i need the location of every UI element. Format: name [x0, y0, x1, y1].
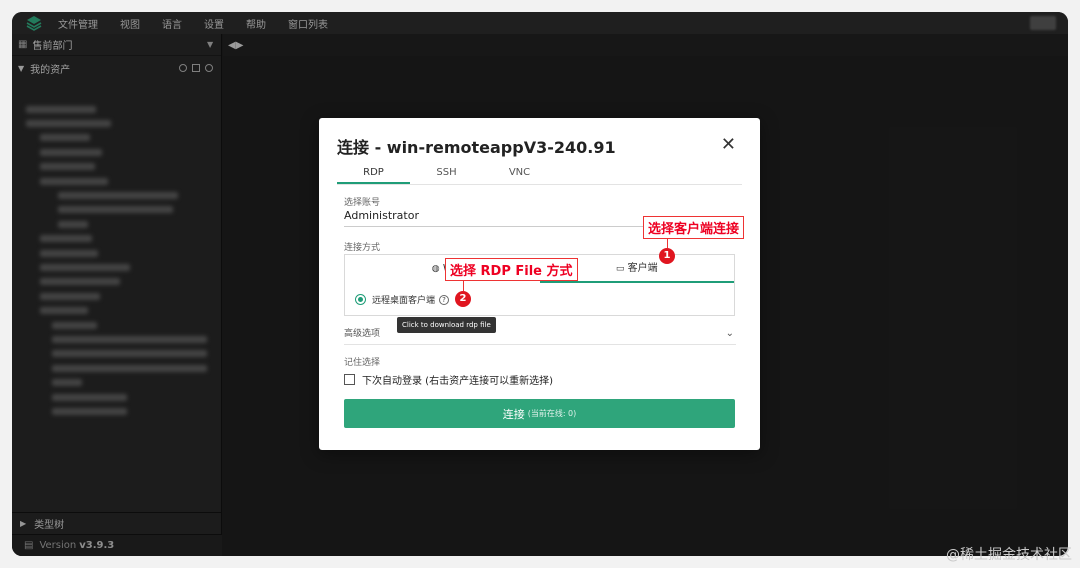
connect-online-count: (当前在线: 0)	[527, 409, 577, 418]
radio-selected[interactable]	[355, 294, 366, 305]
monitor-icon: ▭	[615, 264, 625, 274]
dialog-title: 连接 - win-remoteappV3-240.91	[337, 138, 616, 157]
watermark: @稀土掘金技术社区	[946, 547, 1072, 563]
annotation-leader-2	[463, 280, 464, 291]
connect-label: 连接	[502, 407, 525, 421]
method-label: 连接方式	[344, 243, 381, 253]
auto-login-checkbox[interactable]	[344, 374, 355, 385]
tab-ssh[interactable]: SSH	[410, 161, 483, 184]
client-tab-label: 客户端	[627, 263, 658, 274]
remember-label: 记住选择	[344, 358, 381, 368]
connect-dialog: 连接 - win-remoteappV3-240.91 ✕ RDP SSH VN…	[319, 118, 760, 450]
advanced-options[interactable]: 高级选项 ⌄	[344, 325, 736, 345]
rdp-client-label: 远程桌面客户端	[372, 296, 436, 306]
annotation-number-2: 2	[455, 291, 471, 307]
annotation-number-1: 1	[659, 248, 675, 264]
auto-login-option[interactable]: 下次自动登录 (右击资产连接可以重新选择)	[344, 372, 553, 387]
tab-rdp[interactable]: RDP	[337, 161, 410, 184]
protocol-tabs: RDP SSH VNC	[337, 161, 742, 185]
help-icon[interactable]: ?	[439, 294, 450, 305]
annotation-leader-1	[667, 238, 668, 248]
annotation-callout-1: 选择客户端连接	[643, 216, 745, 239]
rdp-client-option[interactable]: 远程桌面客户端 ?	[355, 293, 450, 306]
close-icon[interactable]: ✕	[721, 134, 736, 155]
connect-button[interactable]: 连接 (当前在线: 0)	[344, 399, 735, 428]
auto-login-label: 下次自动登录 (右击资产连接可以重新选择)	[362, 376, 553, 387]
tab-vnc[interactable]: VNC	[483, 161, 556, 184]
chevron-down-icon: ⌄	[725, 328, 734, 339]
annotation-callout-2: 选择 RDP File 方式	[445, 258, 578, 281]
advanced-label: 高级选项	[344, 329, 381, 339]
globe-icon: ◍	[431, 264, 440, 274]
